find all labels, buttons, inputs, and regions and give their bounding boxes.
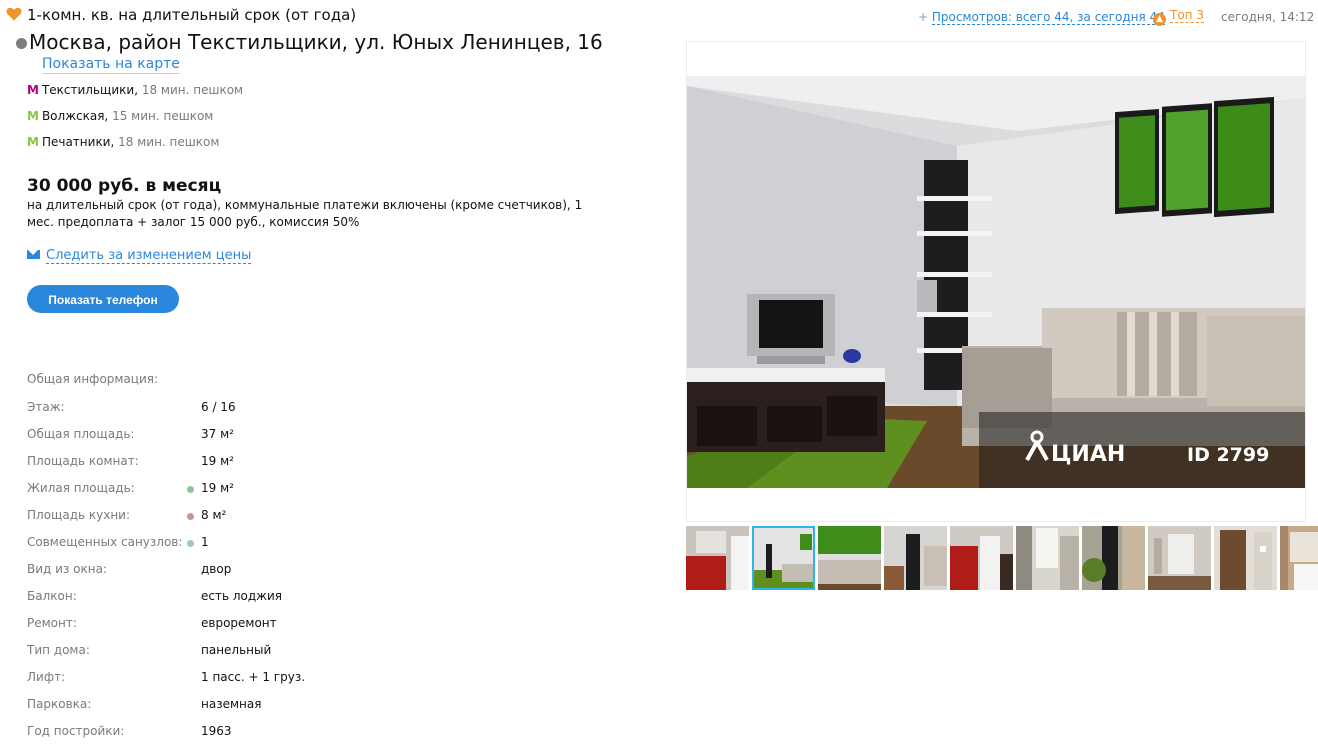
watermark-brand: ЦИАН: [1051, 442, 1125, 467]
metro-station: Волжская,: [41, 109, 109, 123]
watch-price-label[interactable]: Следить за изменением цены: [46, 248, 252, 264]
thumbnail[interactable]: [818, 526, 881, 590]
thumbnail[interactable]: [884, 526, 947, 590]
info-label: Площадь комнат:: [27, 454, 139, 468]
thumbnail[interactable]: [1280, 526, 1318, 590]
top-label[interactable]: Топ 3: [1170, 8, 1204, 23]
info-value: 1 пасс. + 1 груз.: [201, 670, 306, 684]
metro-icon: M: [27, 135, 39, 149]
info-value: 1: [201, 535, 209, 549]
metro-station: Печатники,: [41, 135, 115, 149]
watch-price-link[interactable]: Следить за изменением цены: [27, 248, 252, 264]
info-value: есть лоджия: [201, 589, 282, 603]
info-label: Лифт:: [27, 670, 66, 684]
thumbnail[interactable]: [1082, 526, 1145, 590]
info-value: 19 м²: [201, 481, 234, 495]
info-value: панельный: [201, 643, 272, 657]
address-title: Москва, район Текстильщики, ул. Юных Лен…: [29, 30, 603, 54]
info-label: Жилая площадь:: [27, 481, 135, 495]
info-value: двор: [201, 562, 232, 576]
envelope-icon: [27, 250, 40, 259]
views-plus: +: [918, 10, 929, 24]
thumbnail[interactable]: [686, 526, 749, 590]
offer-title: 1-комн. кв. на длительный срок (от года): [27, 6, 357, 24]
info-value: 8 м²: [201, 508, 227, 522]
living-area-dot-icon: [187, 486, 194, 493]
info-label: Ремонт:: [27, 616, 77, 630]
info-label: Совмещенных санузлов:: [27, 535, 183, 549]
address-bullet-icon: [16, 38, 27, 49]
thumbnail[interactable]: [1016, 526, 1079, 590]
price: 30 000 руб. в месяц: [27, 176, 222, 196]
metro-walk-time: 18 мин. пешком: [118, 135, 220, 149]
thumbnail-active[interactable]: [752, 526, 815, 590]
room-photo-image: ЦИАН ID 2799: [687, 76, 1305, 488]
metro-item: M Волжская, 15 мин. пешком: [27, 109, 213, 123]
kitchen-area-dot-icon: [187, 513, 194, 520]
show-on-map-link[interactable]: Показать на карте: [42, 56, 180, 74]
metro-item: M Текстильщики, 18 мин. пешком: [27, 83, 243, 97]
watermark-id: ID 2799: [1187, 444, 1269, 466]
price-terms: на длительный срок (от года), коммунальн…: [27, 198, 583, 229]
info-label: Этаж:: [27, 400, 65, 414]
info-value: евроремонт: [201, 616, 277, 630]
main-photo[interactable]: ЦИАН ID 2799: [687, 76, 1305, 488]
info-label: Парковка:: [27, 697, 92, 711]
metro-station: Текстильщики,: [41, 83, 139, 97]
show-phone-button[interactable]: Показать телефон: [27, 285, 179, 313]
views-counter[interactable]: + Просмотров: всего 44, за сегодня 44: [918, 10, 1165, 25]
info-label: Общая площадь:: [27, 427, 135, 441]
info-title: Общая информация:: [27, 372, 159, 386]
metro-icon: M: [27, 83, 39, 97]
info-value: 6 / 16: [201, 400, 236, 414]
info-label: Вид из окна:: [27, 562, 107, 576]
info-label: Год постройки:: [27, 724, 125, 738]
thumbnail[interactable]: [1214, 526, 1277, 590]
views-link[interactable]: Просмотров: всего 44, за сегодня 44: [931, 10, 1165, 25]
favorite-heart-icon[interactable]: [6, 7, 22, 21]
info-label: Площадь кухни:: [27, 508, 131, 522]
metro-icon: M: [27, 109, 39, 123]
publish-time: сегодня, 14:12: [1221, 10, 1315, 24]
metro-walk-time: 18 мин. пешком: [141, 83, 244, 97]
arrow-up-icon: ▲: [1153, 13, 1166, 26]
info-value: 1963: [201, 724, 232, 738]
metro-walk-time: 15 мин. пешком: [112, 109, 214, 123]
thumbnail[interactable]: [950, 526, 1013, 590]
info-label: Тип дома:: [27, 643, 90, 657]
info-label: Балкон:: [27, 589, 77, 603]
bathroom-dot-icon: [187, 540, 194, 547]
info-value: наземная: [201, 697, 262, 711]
top-badge[interactable]: ▲ Топ 3: [1153, 8, 1204, 26]
info-value: 19 м²: [201, 454, 234, 468]
thumbnail[interactable]: [1148, 526, 1211, 590]
metro-item: M Печатники, 18 мин. пешком: [27, 135, 219, 149]
info-value: 37 м²: [201, 427, 234, 441]
